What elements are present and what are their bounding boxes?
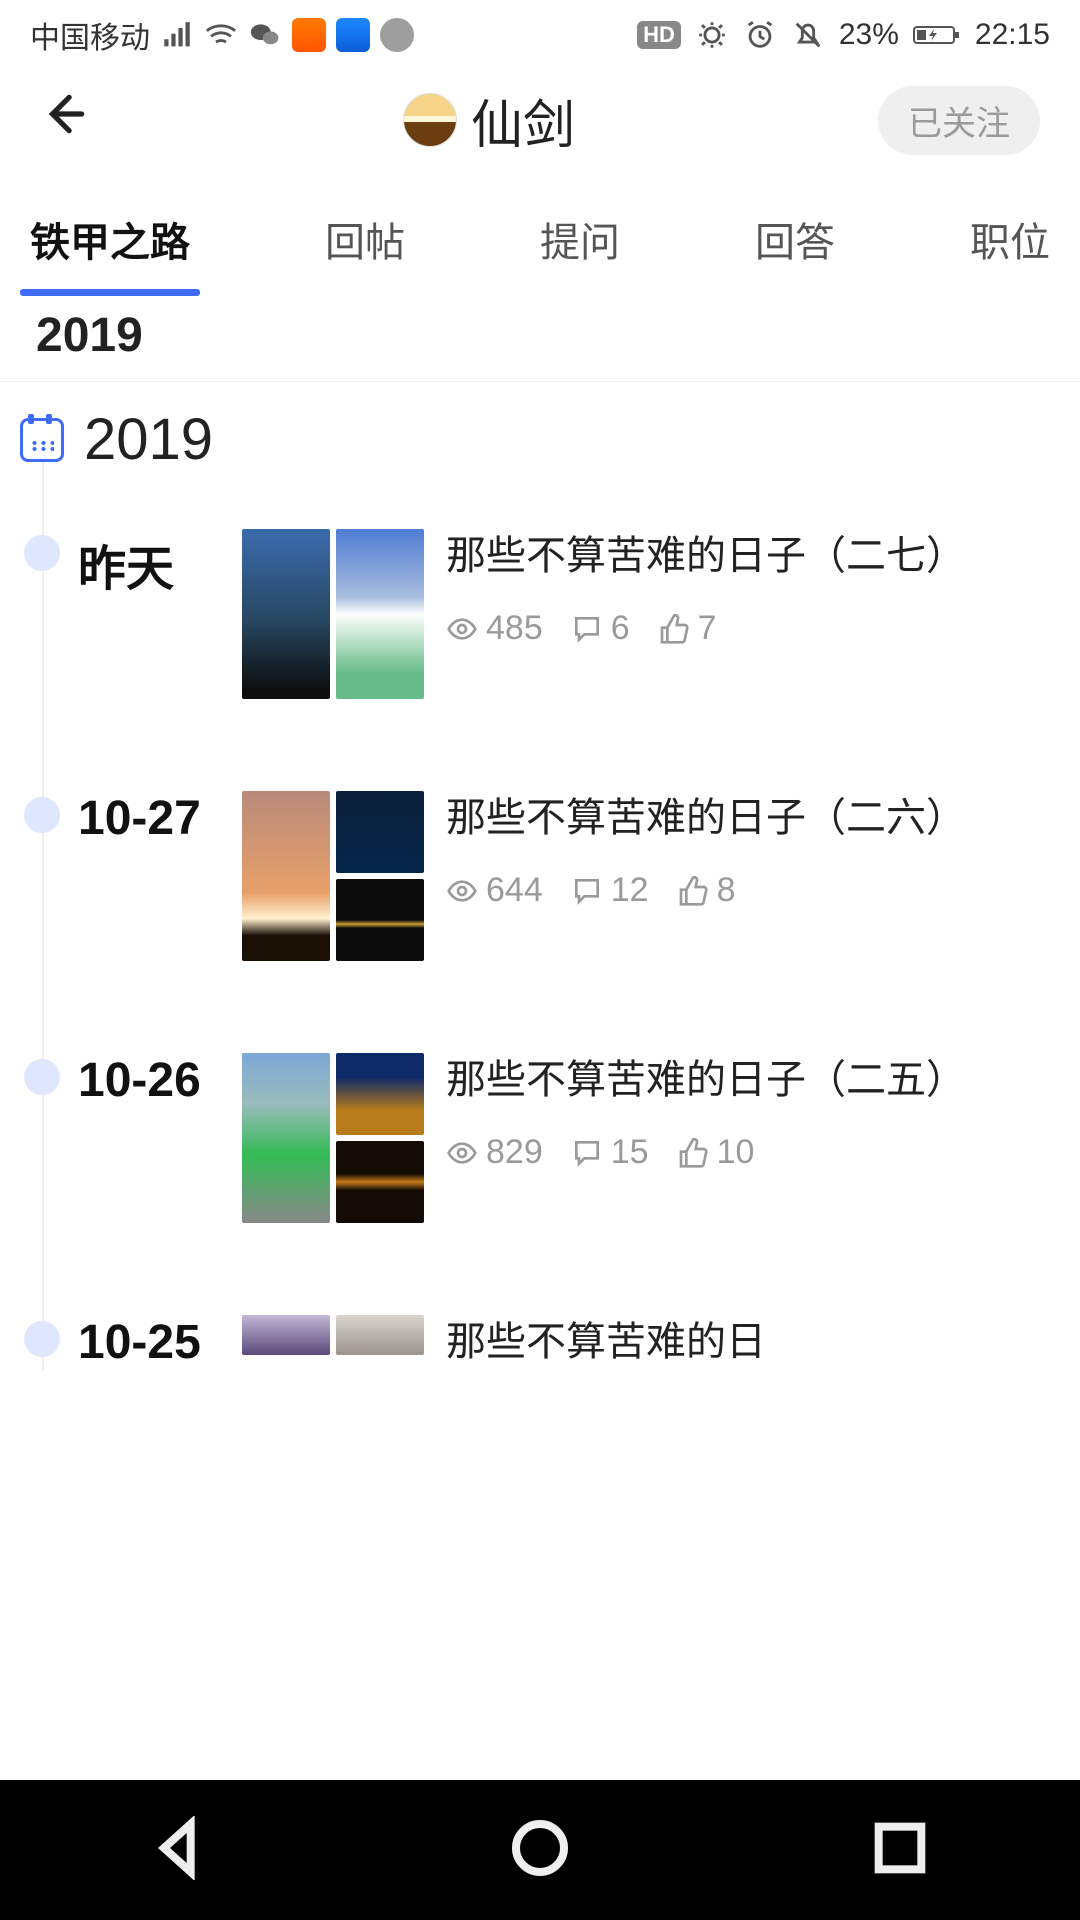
- thumbnail: [336, 1053, 424, 1135]
- eye-icon: [446, 613, 478, 645]
- entry-thumbnails: [242, 529, 424, 699]
- entry-title: 那些不算苦难的日子（二六）: [446, 791, 1050, 845]
- timeline-dot-icon: [34, 807, 50, 823]
- entry-stats: 829 15 10: [446, 1133, 1050, 1172]
- comments-stat: 15: [571, 1133, 649, 1172]
- app-icon-2: [336, 18, 370, 52]
- tab-tiwen[interactable]: 提问: [532, 204, 628, 292]
- tab-huida[interactable]: 回答: [747, 204, 843, 292]
- views-count: 485: [486, 609, 543, 648]
- timeline-entry[interactable]: 10-27 那些不算苦难的日子（二六） 644 12 8: [42, 745, 1080, 1007]
- timeline-year-head: 2019: [42, 382, 1080, 483]
- entry-title: 那些不算苦难的日子（二七）: [446, 529, 1050, 583]
- comments-count: 15: [611, 1133, 649, 1172]
- nav-home-button[interactable]: [508, 1816, 572, 1885]
- thumbnail: [242, 1315, 330, 1355]
- thumbs-up-icon: [658, 613, 690, 645]
- likes-count: 7: [698, 609, 717, 648]
- comment-icon: [571, 1137, 603, 1169]
- timeline-entry[interactable]: 10-25 那些不算苦难的日: [42, 1269, 1080, 1370]
- avatar: [403, 93, 457, 147]
- profile-title[interactable]: 仙剑: [403, 83, 575, 158]
- timeline-entry[interactable]: 10-26 那些不算苦难的日子（二五） 829 15 10: [42, 1007, 1080, 1269]
- entry-thumbnails: [242, 791, 424, 961]
- comments-stat: 12: [571, 871, 649, 910]
- header: 仙剑 已关注: [0, 70, 1080, 170]
- signal-4g-icon: [160, 18, 194, 52]
- likes-stat: 7: [658, 609, 717, 648]
- likes-count: 8: [717, 871, 736, 910]
- thumbnail: [242, 791, 330, 961]
- timeline-year-text: 2019: [84, 406, 213, 473]
- tab-zhiwei[interactable]: 职位: [962, 204, 1058, 292]
- views-count: 829: [486, 1133, 543, 1172]
- eye-protect-icon: [695, 18, 729, 52]
- timeline-dot-icon: [34, 1331, 50, 1347]
- app-icon-1: [292, 18, 326, 52]
- wechat-icon: [248, 18, 282, 52]
- battery-icon: [913, 18, 961, 52]
- timeline-dot-icon: [34, 545, 50, 561]
- views-count: 644: [486, 871, 543, 910]
- thumbs-up-icon: [677, 1137, 709, 1169]
- entry-title: 那些不算苦难的日子（二五）: [446, 1053, 1050, 1107]
- comments-count: 12: [611, 871, 649, 910]
- tab-tiejiazhilu[interactable]: 铁甲之路: [22, 204, 198, 292]
- status-bar: 中国移动 HD 23% 22:15: [0, 0, 1080, 70]
- thumbnail: [242, 1053, 330, 1223]
- hd-icon: HD: [637, 21, 681, 49]
- mute-bell-icon: [791, 18, 825, 52]
- views-stat: 485: [446, 609, 543, 648]
- entry-thumbnails: [242, 1315, 424, 1370]
- thumbnail: [336, 1141, 424, 1223]
- likes-stat: 8: [677, 871, 736, 910]
- alarm-icon: [743, 18, 777, 52]
- nav-recent-button[interactable]: [868, 1816, 932, 1885]
- entry-stats: 644 12 8: [446, 871, 1050, 910]
- thumbnail: [242, 529, 330, 699]
- comment-icon: [571, 875, 603, 907]
- status-battery-pct: 23%: [839, 18, 899, 52]
- follow-button[interactable]: 已关注: [878, 86, 1040, 155]
- thumbs-up-icon: [677, 875, 709, 907]
- app-icon-3: [380, 18, 414, 52]
- thumbnail: [336, 529, 424, 699]
- tabs: 铁甲之路 回帖 提问 回答 职位: [0, 170, 1080, 292]
- android-nav-bar: [0, 1780, 1080, 1920]
- comments-stat: 6: [571, 609, 630, 648]
- thumbnail: [336, 879, 424, 961]
- eye-icon: [446, 875, 478, 907]
- thumbnail: [336, 1315, 424, 1355]
- entry-date: 10-26: [42, 1053, 242, 1223]
- views-stat: 829: [446, 1133, 543, 1172]
- likes-count: 10: [717, 1133, 755, 1172]
- comments-count: 6: [611, 609, 630, 648]
- status-time: 22:15: [975, 18, 1050, 52]
- entry-thumbnails: [242, 1053, 424, 1223]
- wifi-icon: [204, 18, 238, 52]
- profile-name: 仙剑: [471, 83, 575, 158]
- comment-icon: [571, 613, 603, 645]
- timeline-entry[interactable]: 昨天 那些不算苦难的日子（二七） 485 6 7: [42, 483, 1080, 745]
- tab-huitie[interactable]: 回帖: [317, 204, 413, 292]
- nav-back-button[interactable]: [148, 1816, 212, 1885]
- calendar-icon: [20, 418, 64, 462]
- timeline-dot-icon: [34, 1069, 50, 1085]
- timeline: 2019 昨天 那些不算苦难的日子（二七） 485 6 7 10-27: [0, 382, 1080, 1370]
- entry-stats: 485 6 7: [446, 609, 1050, 648]
- thumbnail: [336, 791, 424, 873]
- views-stat: 644: [446, 871, 543, 910]
- sticky-year-header: 2019: [0, 292, 1080, 382]
- entry-date: 10-25: [42, 1315, 242, 1370]
- entry-date: 10-27: [42, 791, 242, 961]
- eye-icon: [446, 1137, 478, 1169]
- back-button[interactable]: [40, 89, 100, 152]
- likes-stat: 10: [677, 1133, 755, 1172]
- status-carrier: 中国移动: [30, 13, 150, 57]
- entry-date: 昨天: [42, 529, 242, 699]
- entry-title: 那些不算苦难的日: [446, 1315, 1050, 1369]
